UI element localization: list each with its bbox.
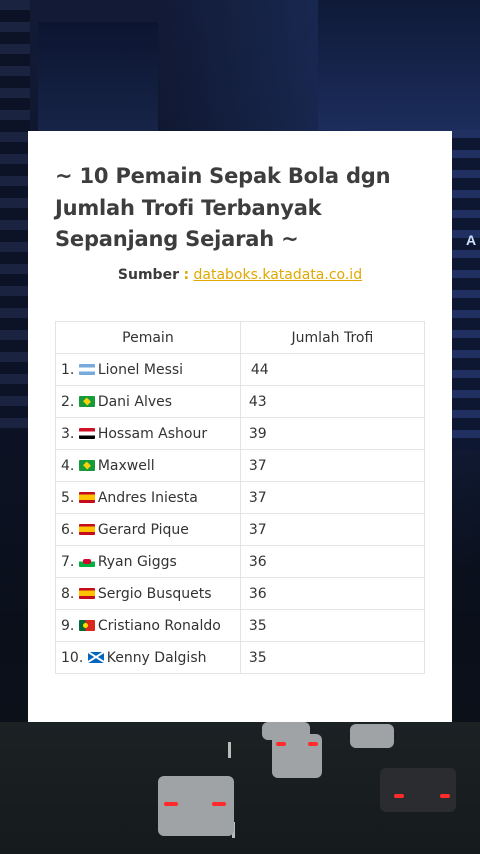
car <box>272 734 322 778</box>
rank: 10. <box>61 649 84 666</box>
header-trophies: Jumlah Trofi <box>239 321 426 354</box>
table-row: 9. Cristiano Ronaldo 35 <box>55 609 426 642</box>
trophy-count: 37 <box>239 481 426 514</box>
table-row: 3. Hossam Ashour 39 <box>55 417 426 450</box>
player-name: Gerard Pique <box>97 521 189 538</box>
table-row: 8. Sergio Busquets 36 <box>55 577 426 610</box>
player-name: Hossam Ashour <box>97 425 208 442</box>
rank: 3. <box>61 425 75 442</box>
table-row: 5. Andres Iniesta 37 <box>55 481 426 514</box>
source-line: Sumber : databoks.katadata.co.id <box>28 267 452 283</box>
building-right <box>318 0 480 130</box>
building-right-edge <box>452 130 480 450</box>
info-card: ~ 10 Pemain Sepak Bola dgn Jumlah Trofi … <box>28 131 452 722</box>
player-name: Dani Alves <box>97 393 173 410</box>
rank: 6. <box>61 521 75 538</box>
player-cell: 5. Andres Iniesta <box>55 481 241 514</box>
portugal-flag-icon <box>78 619 95 631</box>
rank: 9. <box>61 617 75 634</box>
table-row: 2. Dani Alves 43 <box>55 385 426 418</box>
player-cell: 6. Gerard Pique <box>55 513 241 546</box>
wales-flag-icon <box>78 555 95 567</box>
player-name: Maxwell <box>97 457 155 474</box>
argentina-flag-icon <box>78 363 95 375</box>
trophy-count: 39 <box>239 417 426 450</box>
source-label: Sumber <box>117 267 179 283</box>
car <box>262 722 310 740</box>
spain-flag-icon <box>78 491 95 503</box>
player-cell: 10. Kenny Dalgish <box>55 641 241 674</box>
trophy-count: 36 <box>239 545 426 578</box>
scotland-flag-icon <box>87 651 104 663</box>
player-cell: 8. Sergio Busquets <box>55 577 241 610</box>
car <box>380 768 456 812</box>
spain-flag-icon <box>78 523 95 535</box>
table-row: 7. Ryan Giggs 36 <box>55 545 426 578</box>
trophy-count: 43 <box>239 385 426 418</box>
player-name: Kenny Dalgish <box>106 649 207 666</box>
building-sign: A <box>466 232 477 248</box>
rank: 1. <box>61 361 75 378</box>
brazil-flag-icon <box>78 395 95 407</box>
table-row: 4. Maxwell 37 <box>55 449 426 482</box>
trophy-count: 37 <box>239 449 426 482</box>
lane-marking <box>228 742 231 758</box>
car <box>350 724 394 748</box>
rank: 5. <box>61 489 75 506</box>
brazil-flag-icon <box>78 459 95 471</box>
player-cell: 1. Lionel Messi <box>55 353 241 386</box>
trophy-count: 36 <box>239 577 426 610</box>
road-background <box>0 722 480 854</box>
player-name: Sergio Busquets <box>97 585 212 602</box>
rank: 7. <box>61 553 75 570</box>
player-cell: 3. Hossam Ashour <box>55 417 241 450</box>
source-colon: : <box>183 267 190 283</box>
rank: 8. <box>61 585 75 602</box>
trophy-count: 44 <box>239 353 426 386</box>
table-row: 1. Lionel Messi 44 <box>55 353 426 386</box>
trophy-count: 37 <box>239 513 426 546</box>
trophy-count: 35 <box>239 609 426 642</box>
player-cell: 4. Maxwell <box>55 449 241 482</box>
card-title: ~ 10 Pemain Sepak Bola dgn Jumlah Trofi … <box>55 164 391 251</box>
building-left <box>0 0 30 430</box>
player-name: Cristiano Ronaldo <box>97 617 221 634</box>
player-cell: 9. Cristiano Ronaldo <box>55 609 241 642</box>
player-cell: 2. Dani Alves <box>55 385 241 418</box>
player-name: Lionel Messi <box>97 361 184 378</box>
egypt-flag-icon <box>78 427 95 439</box>
source-link[interactable]: databoks.katadata.co.id <box>194 267 363 283</box>
spain-flag-icon <box>78 587 95 599</box>
player-cell: 7. Ryan Giggs <box>55 545 241 578</box>
table-row: 10. Kenny Dalgish 35 <box>55 641 426 674</box>
trophy-count: 35 <box>239 641 426 674</box>
building-middle <box>38 22 158 132</box>
table-header-row: Pemain Jumlah Trofi <box>55 321 426 354</box>
rank: 4. <box>61 457 75 474</box>
trophy-table: Pemain Jumlah Trofi 1. Lionel Messi 44 2… <box>55 321 426 674</box>
rank: 2. <box>61 393 75 410</box>
car <box>158 776 234 836</box>
player-name: Ryan Giggs <box>97 553 177 570</box>
player-name: Andres Iniesta <box>97 489 198 506</box>
table-row: 6. Gerard Pique 37 <box>55 513 426 546</box>
header-player: Pemain <box>55 321 241 354</box>
